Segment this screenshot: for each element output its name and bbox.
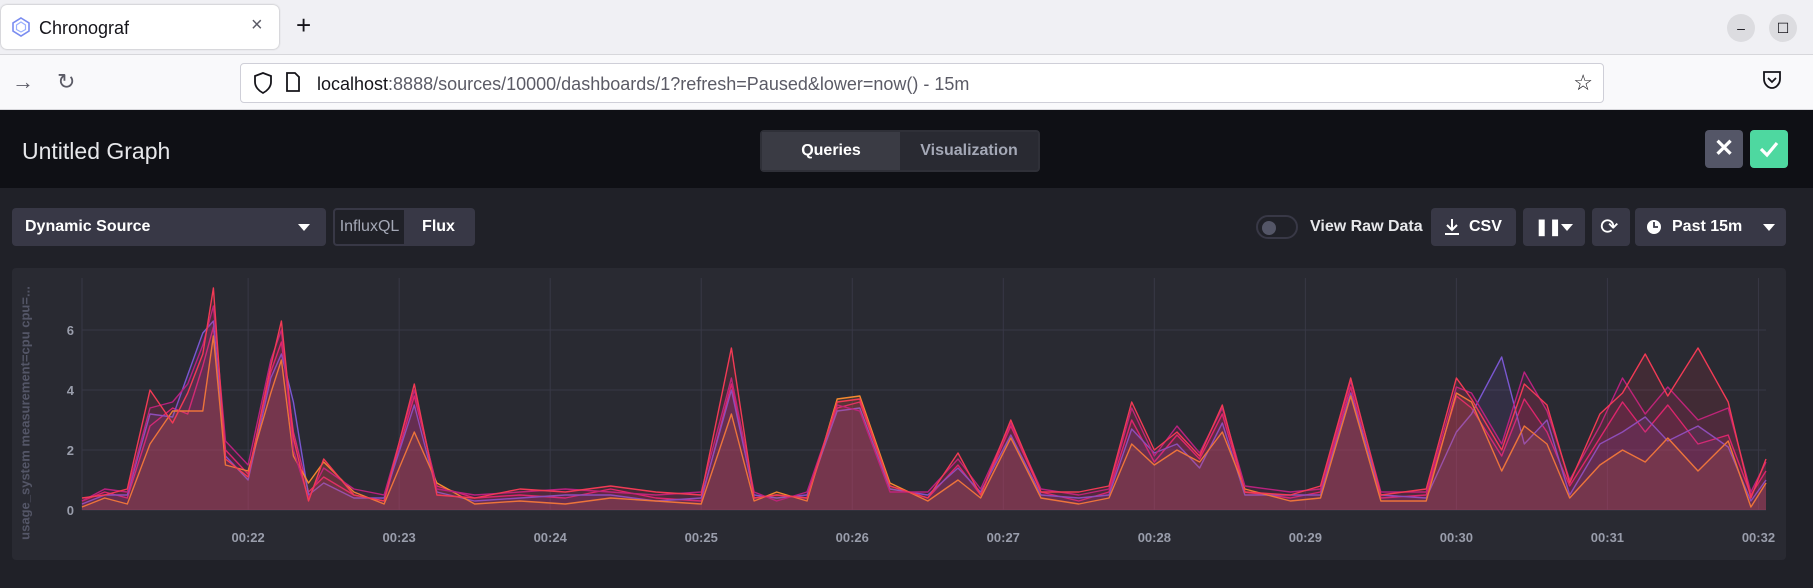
x-tick-label: 00:24 (534, 530, 568, 545)
y-tick-label: 2 (67, 443, 74, 458)
x-tick-label: 00:27 (987, 530, 1020, 545)
tab-title: Chronograf (39, 18, 130, 38)
chevron-down-icon (298, 224, 310, 231)
x-tick-label: 00:23 (383, 530, 416, 545)
x-tick-label: 00:26 (836, 530, 869, 545)
pocket-icon[interactable] (1761, 69, 1783, 91)
reload-icon[interactable]: ↻ (57, 69, 75, 95)
raw-data-toggle[interactable] (1256, 215, 1298, 239)
refresh-button[interactable]: ⟳ (1592, 208, 1630, 246)
new-tab-button[interactable]: + (296, 12, 311, 38)
url-host: localhost (317, 74, 389, 94)
refresh-icon: ⟳ (1600, 214, 1619, 239)
raw-data-label: View Raw Data (1310, 218, 1423, 235)
tab-visualization[interactable]: Visualization (900, 132, 1038, 170)
clock-icon (1647, 220, 1661, 234)
lang-influxql[interactable]: InfluxQL (335, 210, 404, 244)
cancel-button[interactable]: ✕ (1705, 130, 1743, 168)
source-dropdown-label: Dynamic Source (25, 218, 151, 235)
x-tick-label: 00:29 (1289, 530, 1322, 545)
minimize-window-icon[interactable]: – (1727, 14, 1755, 42)
x-tick-label: 00:32 (1742, 530, 1775, 545)
query-language-toggle: InfluxQL Flux (333, 208, 475, 246)
csv-download-button[interactable]: CSV (1431, 208, 1516, 246)
query-panel: Dynamic Source InfluxQL Flux View Raw Da… (0, 188, 1813, 588)
x-tick-label: 00:22 (232, 530, 265, 545)
time-range-dropdown[interactable]: Past 15m (1635, 208, 1786, 246)
browser-nav-bar: → ↻ localhost:8888/sources/10000/dashboa… (0, 55, 1813, 110)
url-path: :8888/sources/10000/dashboards/1?refresh… (388, 74, 970, 94)
time-range-label: Past 15m (1672, 218, 1743, 235)
check-icon (1759, 141, 1779, 158)
save-button[interactable] (1750, 130, 1788, 168)
chronograf-favicon-icon (12, 17, 30, 37)
close-tab-icon[interactable]: × (251, 14, 263, 37)
source-dropdown[interactable]: Dynamic Source (12, 208, 326, 246)
autorefresh-dropdown[interactable]: ❚❚ (1523, 208, 1585, 246)
y-tick-label: 6 (67, 323, 74, 338)
editor-mode-toggle: Queries Visualization (760, 130, 1040, 172)
pause-icon: ❚❚ (1535, 219, 1562, 236)
lang-flux[interactable]: Flux (404, 210, 473, 244)
shield-icon (254, 72, 272, 94)
csv-label: CSV (1469, 218, 1502, 235)
close-icon: ✕ (1713, 135, 1735, 162)
bookmark-star-icon[interactable]: ☆ (1573, 70, 1593, 96)
y-tick-label: 0 (67, 503, 74, 518)
maximize-window-icon[interactable]: ☐ (1769, 14, 1797, 42)
x-tick-label: 00:28 (1138, 530, 1171, 545)
y-tick-label: 4 (67, 383, 75, 398)
forward-icon[interactable]: → (12, 69, 34, 95)
chronograf-app: Untitled Graph Queries Visualization ✕ D… (0, 110, 1813, 588)
chevron-down-icon (1561, 224, 1573, 231)
x-tick-label: 00:30 (1440, 530, 1473, 545)
series-area (82, 288, 1766, 510)
browser-tab-bar: Chronograf × + – ☐ (0, 0, 1813, 55)
graph-container: usage_system measurement=cpu cpu=... 00:… (12, 268, 1786, 560)
browser-tab[interactable]: Chronograf × (1, 5, 279, 49)
x-tick-label: 00:31 (1591, 530, 1624, 545)
toggle-knob (1262, 221, 1276, 235)
graph-title[interactable]: Untitled Graph (22, 138, 170, 165)
url-bar[interactable]: localhost:8888/sources/10000/dashboards/… (240, 63, 1604, 103)
download-icon (1445, 219, 1459, 235)
page-info-icon (286, 72, 300, 92)
tab-queries[interactable]: Queries (762, 132, 900, 170)
line-graph[interactable]: 00:22 00:23 00:24 00:25 00:26 00:27 00:28 00:29… (12, 268, 1786, 560)
x-tick-label: 00:25 (685, 530, 718, 545)
url-text[interactable]: localhost:8888/sources/10000/dashboards/… (317, 74, 969, 95)
chevron-down-icon (1763, 224, 1775, 231)
